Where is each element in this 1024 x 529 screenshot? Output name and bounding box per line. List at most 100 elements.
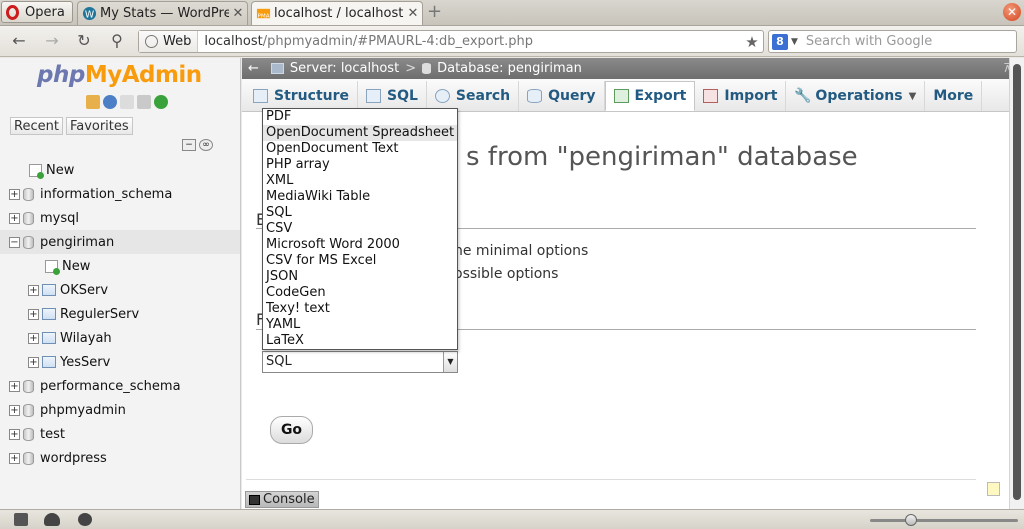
favorite-tables-button[interactable]: Favorites	[65, 117, 133, 135]
tree-database-node[interactable]: + performance_schema	[0, 374, 240, 398]
tree-node-label: test	[40, 426, 65, 442]
tree-node-label: YesServ	[60, 354, 111, 370]
help-icon[interactable]	[103, 95, 117, 109]
console-button[interactable]: Console	[245, 491, 319, 508]
format-option[interactable]: LaTeX	[263, 333, 457, 349]
bookmark-star-icon[interactable]: ★	[741, 33, 763, 51]
panel-toggle-icon[interactable]	[14, 513, 28, 526]
format-option[interactable]: PDF	[263, 109, 457, 125]
format-option[interactable]: YAML	[263, 317, 457, 333]
tab-sql[interactable]: SQL	[358, 81, 427, 111]
tree-new-database[interactable]: New	[0, 158, 240, 182]
search-field[interactable]: 8 ▼ Search with Google	[768, 30, 1017, 53]
format-option[interactable]: Microsoft Word 2000	[263, 237, 457, 253]
google-search-engine-icon[interactable]: 8	[772, 33, 788, 50]
format-option[interactable]: CSV	[263, 221, 457, 237]
format-option[interactable]: MediaWiki Table	[263, 189, 457, 205]
tab-structure[interactable]: Structure	[245, 81, 359, 111]
collapse-all-icon[interactable]: −	[182, 139, 196, 151]
phpmyadmin-logo[interactable]: phpMyAdmin	[37, 62, 202, 88]
expand-icon[interactable]: +	[9, 212, 20, 224]
tab-close-icon[interactable]: ✕	[404, 6, 422, 21]
tree-database-node[interactable]: + wordpress	[0, 446, 240, 470]
link-with-main-icon[interactable]: ∞	[199, 139, 213, 151]
scrollbar-thumb[interactable]	[1013, 64, 1021, 500]
format-option[interactable]: CodeGen	[263, 285, 457, 301]
tab-search[interactable]: Search	[427, 81, 520, 111]
collapse-icon[interactable]: −	[9, 236, 20, 248]
tree-database-node-selected[interactable]: − pengiriman	[0, 230, 240, 254]
chevron-down-icon[interactable]: ▼	[443, 352, 457, 372]
tree-table-node[interactable]: + YesServ	[0, 350, 240, 374]
quick-export-option-label[interactable]: he minimal options	[454, 243, 588, 259]
expand-icon[interactable]: +	[9, 452, 20, 464]
tree-database-node[interactable]: + phpmyadmin	[0, 398, 240, 422]
browser-tab-wordpress[interactable]: W My Stats — WordPres... ✕	[77, 1, 248, 25]
go-button[interactable]: Go	[270, 416, 313, 444]
address-bar[interactable]: Web localhost/phpmyadmin/#PMAURL-4:db_ex…	[138, 30, 764, 53]
expand-icon[interactable]: +	[28, 332, 39, 344]
tree-database-node[interactable]: + mysql	[0, 206, 240, 230]
tab-operations[interactable]: 🔧 Operations ▼	[786, 81, 926, 111]
format-option[interactable]: PHP array	[263, 157, 457, 173]
tree-database-node[interactable]: + test	[0, 422, 240, 446]
breadcrumb: ← Server: localhost > Database: pengirim…	[242, 58, 1024, 79]
web-security-badge[interactable]: Web	[139, 31, 199, 52]
tree-node-label: performance_schema	[40, 378, 181, 394]
tab-import[interactable]: Import	[695, 81, 787, 111]
home-icon[interactable]	[86, 95, 100, 109]
tab-query[interactable]: Query	[519, 81, 605, 111]
documentation-icon[interactable]	[120, 95, 134, 109]
expand-icon[interactable]: +	[28, 308, 39, 320]
tab-more[interactable]: More	[925, 81, 983, 111]
format-option[interactable]: XML	[263, 173, 457, 189]
format-option[interactable]: JSON	[263, 269, 457, 285]
tree-node-label: wordpress	[40, 450, 107, 466]
format-option[interactable]: SQL	[263, 205, 457, 221]
tree-table-node[interactable]: + OKServ	[0, 278, 240, 302]
search-engine-dropdown-icon[interactable]: ▼	[791, 37, 798, 47]
custom-export-option-label[interactable]: ossible options	[454, 266, 558, 282]
format-option[interactable]: Texy! text	[263, 301, 457, 317]
breadcrumb-database-link[interactable]: Database: pengiriman	[437, 61, 582, 76]
toggle-navigation-arrow-icon[interactable]: ←	[248, 61, 259, 76]
speed-dial-icon[interactable]	[78, 513, 92, 526]
zoom-slider[interactable]	[870, 514, 1018, 526]
format-option[interactable]: CSV for MS Excel	[263, 253, 457, 269]
zoom-slider-knob[interactable]	[905, 514, 918, 526]
format-option[interactable]: OpenDocument Text	[263, 141, 457, 157]
tab-close-icon[interactable]: ✕	[229, 6, 247, 21]
browser-tab-localhost[interactable]: PMA localhost / localhost / ... ✕	[251, 1, 423, 25]
expand-icon[interactable]: +	[28, 356, 39, 368]
settings-icon[interactable]	[137, 95, 151, 109]
turbo-cloud-icon[interactable]	[44, 513, 60, 526]
sticky-note-icon[interactable]	[987, 482, 1000, 496]
expand-icon[interactable]: +	[9, 380, 20, 392]
key-icon[interactable]: ⚲	[106, 31, 128, 51]
breadcrumb-server-link[interactable]: Server: localhost	[290, 61, 399, 76]
expand-icon[interactable]: +	[9, 404, 20, 416]
recent-tables-button[interactable]: Recent	[10, 117, 63, 135]
expand-icon[interactable]: +	[9, 188, 20, 200]
tree-database-node[interactable]: + information_schema	[0, 182, 240, 206]
opera-menu-button[interactable]: Opera	[1, 1, 73, 23]
reload-navigation-icon[interactable]	[154, 95, 168, 109]
format-select[interactable]: SQL ▼	[262, 351, 458, 373]
tab-label: Search	[455, 88, 511, 104]
tree-table-node[interactable]: + Wilayah	[0, 326, 240, 350]
forward-arrow-icon[interactable]: →	[41, 31, 63, 51]
format-option-highlighted[interactable]: OpenDocument Spreadsheet	[263, 125, 457, 141]
window-close-button[interactable]: ✕	[1003, 3, 1021, 21]
reload-icon[interactable]: ↻	[73, 31, 95, 51]
tab-label: SQL	[387, 88, 418, 104]
pma-main-content: ← Server: localhost > Database: pengirim…	[242, 58, 1024, 509]
tab-export[interactable]: Export	[604, 81, 696, 111]
expand-icon[interactable]: +	[9, 428, 20, 440]
tree-new-table[interactable]: New	[0, 254, 240, 278]
tree-table-node[interactable]: + RegulerServ	[0, 302, 240, 326]
new-tab-button[interactable]: +	[427, 3, 442, 21]
vertical-scrollbar[interactable]	[1009, 58, 1024, 509]
url-text[interactable]: localhost/phpmyadmin/#PMAURL-4:db_export…	[198, 34, 741, 49]
expand-icon[interactable]: +	[28, 284, 39, 296]
back-arrow-icon[interactable]: ←	[8, 31, 30, 51]
